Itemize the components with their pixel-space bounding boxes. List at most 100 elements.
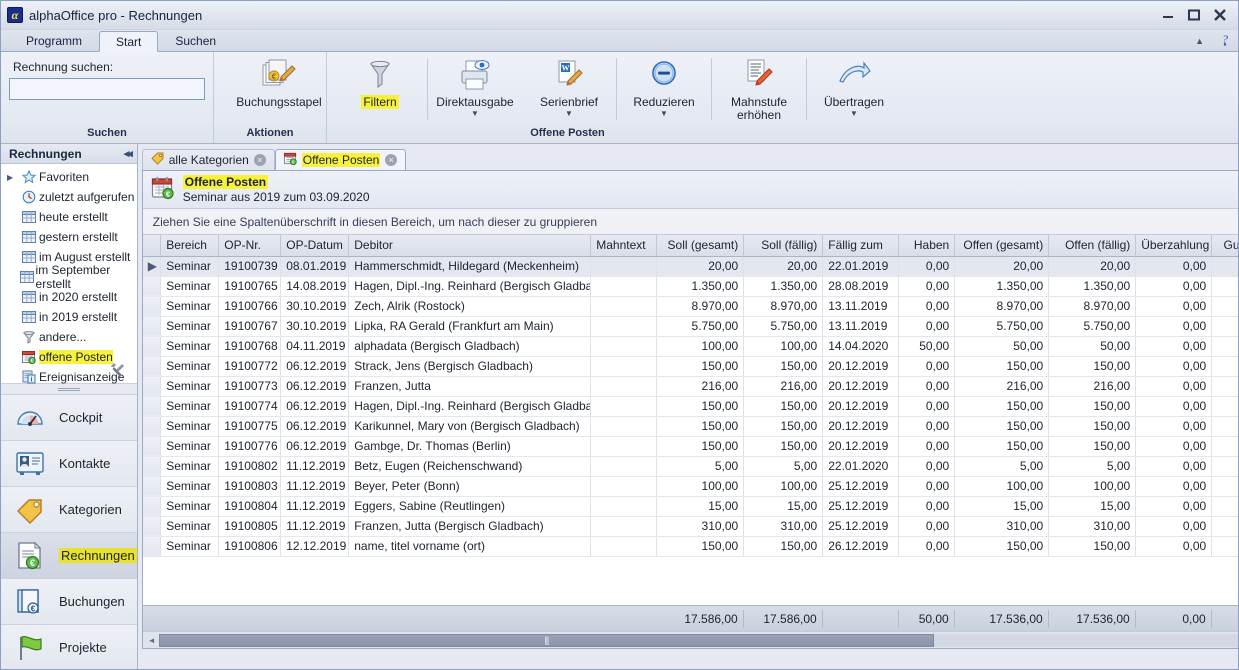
grid-cell-offen_fae[interactable]: 5.750,00 <box>1048 316 1137 337</box>
grid-cell-guthaben[interactable] <box>1211 536 1238 557</box>
grid-cell-offen_fae[interactable]: 50,00 <box>1048 336 1137 357</box>
grid-column-header-ueberz[interactable]: Überzahlung <box>1135 235 1213 257</box>
minimize-icon[interactable] <box>1160 7 1176 23</box>
ribbon-button-reduzieren[interactable]: Reduzieren ▼ <box>617 52 711 118</box>
grid-cell-bereich[interactable]: Seminar <box>160 316 220 337</box>
grid-cell-opdatum[interactable]: 11.12.2019 <box>280 456 350 477</box>
grid-cell-mahntext[interactable] <box>590 316 658 337</box>
grid-cell-faellig[interactable]: 20.12.2019 <box>822 396 900 417</box>
sidebar-nav-buchungen[interactable]: € Buchungen <box>1 579 137 625</box>
grid-scroll-viewport[interactable]: Bereich OP-Nr. OP-Datum Debitor Mahntext Soll… <box>142 235 1238 605</box>
group-drop-area[interactable]: Ziehen Sie eine Spaltenüberschrift in di… <box>142 209 1238 235</box>
ribbon-button-direktausgabe[interactable]: Direktausgabe ▼ <box>428 52 522 118</box>
grid-cell-haben[interactable]: 0,00 <box>898 536 956 557</box>
grid-column-header-opdatum[interactable]: OP-Datum <box>280 235 350 257</box>
grid-cell-guthaben[interactable] <box>1211 316 1238 337</box>
grid-column-header-offen_fae[interactable]: Offen (fällig) <box>1048 235 1137 257</box>
grid-cell-haben[interactable]: 0,00 <box>898 416 956 437</box>
grid-cell-soll_fae[interactable]: 100,00 <box>743 476 824 497</box>
grid-cell-mahntext[interactable] <box>590 356 658 377</box>
grid-cell-offen_ges[interactable]: 15,00 <box>954 496 1050 517</box>
grid-cell-opnr[interactable]: 19100739 <box>218 256 282 277</box>
grid-cell-haben[interactable]: 0,00 <box>898 376 956 397</box>
grid-cell-soll_ges[interactable]: 20,00 <box>656 256 745 277</box>
sidebar-item-in-2020-erstellt[interactable]: in 2020 erstellt <box>1 287 137 307</box>
grid-cell-soll_ges[interactable]: 150,00 <box>656 536 745 557</box>
grid-cell-mahntext[interactable] <box>590 456 658 477</box>
grid-cell-offen_ges[interactable]: 5.750,00 <box>954 316 1050 337</box>
grid-row-indicator[interactable] <box>142 456 162 477</box>
grid-cell-faellig[interactable]: 25.12.2019 <box>822 516 900 537</box>
grid-cell-ueberz[interactable]: 0,00 <box>1135 296 1213 317</box>
grid-cell-opdatum[interactable]: 04.11.2019 <box>280 336 350 357</box>
grid-cell-debitor[interactable]: Hagen, Dipl.-Ing. Reinhard (Bergisch Gla… <box>348 396 592 417</box>
grid-cell-opnr[interactable]: 19100768 <box>218 336 282 357</box>
grid-cell-offen_fae[interactable]: 150,00 <box>1048 436 1137 457</box>
grid-cell-ueberz[interactable]: 0,00 <box>1135 436 1213 457</box>
grid-cell-guthaben[interactable] <box>1211 516 1238 537</box>
grid-cell-bereich[interactable]: Seminar <box>160 256 220 277</box>
sidebar-item-andere[interactable]: andere... <box>1 327 137 347</box>
table-row[interactable]: Seminar 19100768 04.11.2019 alphadata (Berg… <box>142 336 1238 357</box>
grid-row-indicator[interactable] <box>142 376 162 397</box>
grid-cell-opnr[interactable]: 19100766 <box>218 296 282 317</box>
ribbon-button-serienbrief[interactable]: W Serienbrief ▼ <box>522 52 616 118</box>
grid-horizontal-scrollbar[interactable]: ◄ ||| ► <box>142 631 1238 648</box>
grid-cell-offen_ges[interactable]: 216,00 <box>954 376 1050 397</box>
grid-cell-faellig[interactable]: 13.11.2019 <box>822 316 900 337</box>
grid-cell-offen_ges[interactable]: 50,00 <box>954 336 1050 357</box>
grid-cell-debitor[interactable]: alphadata (Bergisch Gladbach) <box>348 336 592 357</box>
chevron-down-icon[interactable]: ▼ <box>660 110 668 118</box>
table-row[interactable]: Seminar 19100766 30.10.2019 Zech, Alrik (Ro… <box>142 296 1238 317</box>
grid-cell-soll_fae[interactable]: 150,00 <box>743 536 824 557</box>
grid-cell-faellig[interactable]: 22.01.2019 <box>822 256 900 277</box>
grid-cell-guthaben[interactable] <box>1211 256 1238 277</box>
grid-cell-bereich[interactable]: Seminar <box>160 416 220 437</box>
grid-cell-haben[interactable]: 0,00 <box>898 356 956 377</box>
grid-cell-guthaben[interactable] <box>1211 456 1238 477</box>
grid-cell-bereich[interactable]: Seminar <box>160 456 220 477</box>
grid-cell-ueberz[interactable]: 0,00 <box>1135 356 1213 377</box>
grid-cell-opdatum[interactable]: 12.12.2019 <box>280 536 350 557</box>
chevron-down-icon[interactable]: ▼ <box>850 110 858 118</box>
grid-cell-faellig[interactable]: 25.12.2019 <box>822 496 900 517</box>
grid-cell-offen_ges[interactable]: 150,00 <box>954 536 1050 557</box>
grid-row-indicator[interactable] <box>142 396 162 417</box>
grid-cell-bereich[interactable]: Seminar <box>160 476 220 497</box>
table-row[interactable]: Seminar 19100803 11.12.2019 Beyer, Peter (B… <box>142 476 1238 497</box>
table-row[interactable]: Seminar 19100774 06.12.2019 Hagen, Dipl.-In… <box>142 396 1238 417</box>
grid-cell-soll_fae[interactable]: 100,00 <box>743 336 824 357</box>
grid-row-indicator[interactable] <box>142 436 162 457</box>
grid-cell-guthaben[interactable] <box>1211 336 1238 357</box>
grid-cell-opdatum[interactable]: 14.08.2019 <box>280 276 350 297</box>
grid-cell-guthaben[interactable] <box>1211 436 1238 457</box>
ribbon-button-filtern[interactable]: Filtern <box>333 52 427 109</box>
table-row[interactable]: Seminar 19100767 30.10.2019 Lipka, RA Geral… <box>142 316 1238 337</box>
grid-cell-faellig[interactable]: 22.01.2020 <box>822 456 900 477</box>
grid-cell-ueberz[interactable]: 0,00 <box>1135 336 1213 357</box>
ribbon-button-buchungsstapel[interactable]: € Buchungsstapel <box>232 52 326 109</box>
grid-cell-soll_fae[interactable]: 5,00 <box>743 456 824 477</box>
grid-cell-guthaben[interactable] <box>1211 416 1238 437</box>
grid-cell-soll_ges[interactable]: 100,00 <box>656 476 745 497</box>
grid-cell-opnr[interactable]: 19100775 <box>218 416 282 437</box>
grid-cell-faellig[interactable]: 20.12.2019 <box>822 356 900 377</box>
grid-row-indicator[interactable] <box>142 516 162 537</box>
grid-cell-ueberz[interactable]: 0,00 <box>1135 376 1213 397</box>
grid-cell-bereich[interactable]: Seminar <box>160 516 220 537</box>
grid-cell-soll_fae[interactable]: 150,00 <box>743 436 824 457</box>
grid-cell-mahntext[interactable] <box>590 416 658 437</box>
grid-cell-guthaben[interactable] <box>1211 476 1238 497</box>
grid-row-indicator[interactable] <box>142 476 162 497</box>
table-row[interactable]: Seminar 19100806 12.12.2019 name, titel vor… <box>142 536 1238 557</box>
grid-cell-mahntext[interactable] <box>590 396 658 417</box>
sidebar-item-favoriten[interactable]: ▶ Favoriten <box>1 167 137 187</box>
grid-cell-offen_fae[interactable]: 1.350,00 <box>1048 276 1137 297</box>
grid-cell-mahntext[interactable] <box>590 496 658 517</box>
grid-cell-haben[interactable]: 0,00 <box>898 276 956 297</box>
grid-cell-bereich[interactable]: Seminar <box>160 356 220 377</box>
grid-cell-soll_ges[interactable]: 310,00 <box>656 516 745 537</box>
grid-cell-soll_ges[interactable]: 150,00 <box>656 416 745 437</box>
grid-row-indicator[interactable] <box>142 536 162 557</box>
close-icon[interactable]: × <box>253 154 266 166</box>
